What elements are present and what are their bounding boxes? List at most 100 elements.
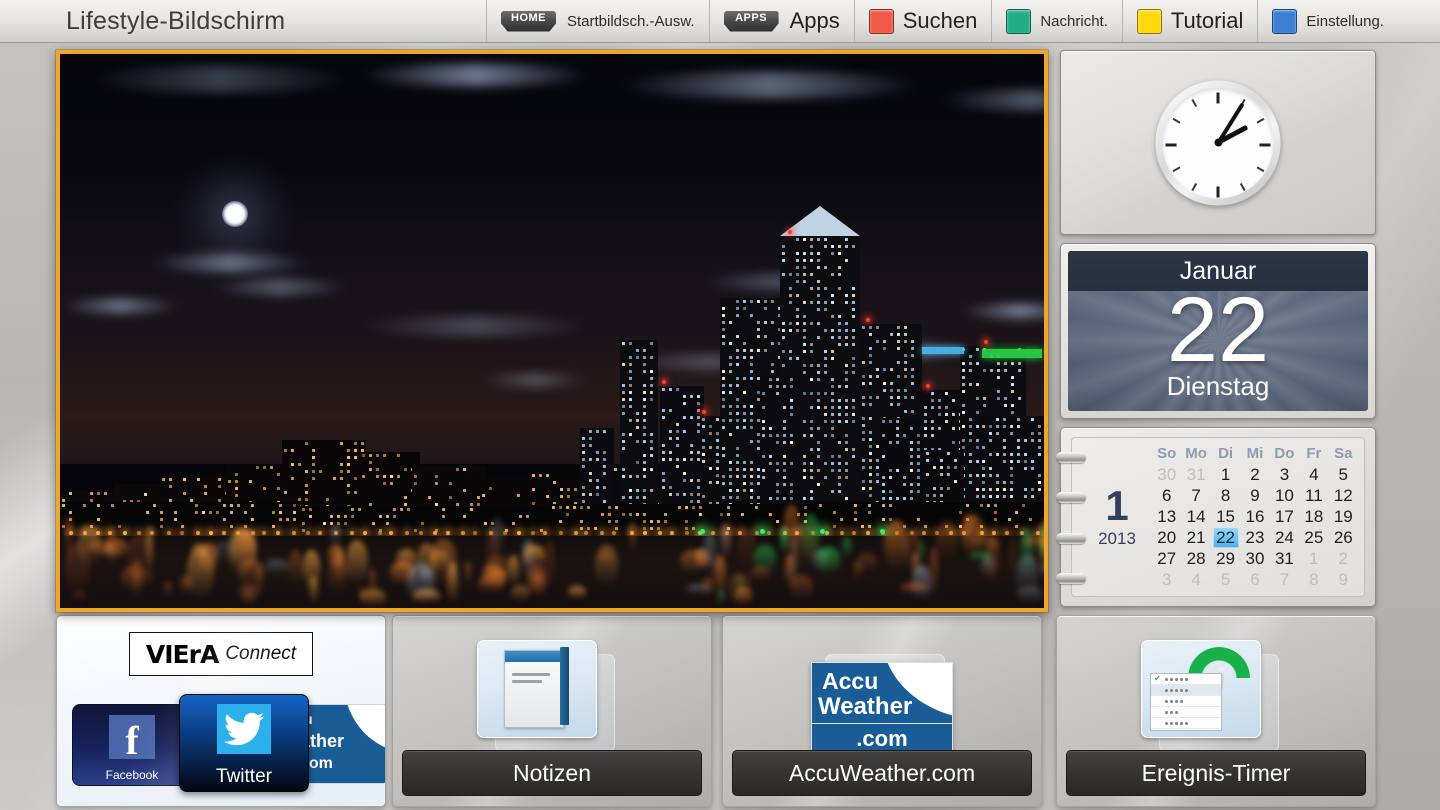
- calendar-day[interactable]: 6: [1162, 486, 1171, 506]
- calendar-grid[interactable]: So Mo Di Mi Do Fr Sa 30 31 1 2 3 4 5 6 7 8 9 10 11 12 13 14 15 1…: [1152, 438, 1364, 596]
- window-light: [678, 505, 681, 509]
- window-light: [736, 404, 739, 408]
- nav-item-messages[interactable]: Nachricht.: [991, 0, 1122, 42]
- app-icon-facebook[interactable]: f Facebook: [72, 704, 192, 786]
- nav-item-apps[interactable]: APPS Apps: [708, 0, 854, 42]
- calendar-day[interactable]: 15: [1216, 507, 1235, 527]
- calendar-day[interactable]: 21: [1187, 528, 1206, 548]
- calendar-day[interactable]: 25: [1304, 528, 1323, 548]
- calendar-day[interactable]: 5: [1221, 570, 1230, 590]
- calendar-day[interactable]: 19: [1334, 507, 1353, 527]
- photo-viewer[interactable]: [56, 50, 1048, 612]
- window-light: [882, 517, 885, 521]
- window-light: [862, 465, 865, 469]
- window-light: [622, 467, 625, 471]
- calendar-day[interactable]: 28: [1187, 549, 1206, 569]
- calendar-day[interactable]: 9: [1339, 570, 1348, 590]
- window-light: [771, 362, 774, 366]
- calendar-day[interactable]: 30: [1246, 549, 1265, 569]
- window-light: [293, 510, 296, 514]
- calendar-day[interactable]: 3: [1162, 570, 1171, 590]
- window-light: [1038, 424, 1041, 428]
- window-light: [676, 464, 679, 468]
- calendar-day[interactable]: 7: [1280, 570, 1289, 590]
- window-light: [709, 480, 712, 484]
- window-light: [662, 450, 665, 454]
- calendar-day[interactable]: 29: [1216, 549, 1235, 569]
- window-light: [643, 390, 646, 394]
- calendar-day[interactable]: 8: [1221, 486, 1230, 506]
- calendar-day-selected[interactable]: 22: [1212, 527, 1239, 548]
- calendar-day[interactable]: 6: [1250, 570, 1259, 590]
- notes-tile[interactable]: Notizen: [392, 615, 712, 807]
- calendar-day[interactable]: 31: [1275, 549, 1294, 569]
- nav-item-settings[interactable]: Einstellung.: [1257, 0, 1398, 42]
- nav-item-tutorial[interactable]: Tutorial: [1121, 0, 1258, 42]
- calendar-day[interactable]: 16: [1246, 507, 1265, 527]
- calendar-day[interactable]: 31: [1187, 465, 1206, 485]
- calendar-day[interactable]: 1: [1221, 465, 1230, 485]
- window-light: [782, 363, 785, 367]
- date-widget[interactable]: Januar 22 Dienstag: [1060, 243, 1376, 419]
- calendar-day[interactable]: 7: [1191, 486, 1200, 506]
- calendar-widget[interactable]: 1 2013 So Mo Di Mi Do Fr Sa 30 31 1 2 3 4 5 6 7 8 9 10 11 12…: [1056, 427, 1376, 607]
- viera-connect-tile[interactable]: VIErA Connect u ather com f Facebook Twi…: [56, 615, 386, 807]
- window-light: [750, 460, 753, 464]
- clock-tick: [1172, 165, 1180, 172]
- app-icon-twitter[interactable]: Twitter: [179, 694, 309, 792]
- calendar-day[interactable]: 2: [1339, 549, 1348, 569]
- nav-item-home-select[interactable]: HOME Startbildsch.-Ausw.: [486, 0, 709, 42]
- clock-widget[interactable]: [1060, 50, 1376, 235]
- window-light: [776, 440, 779, 444]
- window-light: [722, 390, 725, 394]
- calendar-day[interactable]: 4: [1191, 570, 1200, 590]
- calendar-day[interactable]: 13: [1157, 507, 1176, 527]
- calendar-day[interactable]: 20: [1157, 528, 1176, 548]
- calendar-day[interactable]: 10: [1275, 486, 1294, 506]
- app-icon-accuweather[interactable]: u ather com: [297, 704, 385, 784]
- calendar-day[interactable]: 8: [1309, 570, 1318, 590]
- window-light: [669, 485, 672, 489]
- window-light: [736, 488, 739, 492]
- window-light: [722, 474, 725, 478]
- calendar-day[interactable]: 2: [1250, 465, 1259, 485]
- nav-item-search[interactable]: Suchen: [853, 0, 992, 42]
- calendar-day[interactable]: 26: [1334, 528, 1353, 548]
- calendar-day[interactable]: 5: [1339, 465, 1348, 485]
- calendar-day[interactable]: 18: [1304, 507, 1323, 527]
- window-light: [852, 307, 855, 311]
- calendar-day[interactable]: 14: [1187, 507, 1206, 527]
- window-light: [291, 476, 294, 480]
- window-light: [782, 244, 785, 248]
- calendar-day[interactable]: 30: [1157, 465, 1176, 485]
- calendar-day[interactable]: 4: [1309, 465, 1318, 485]
- window-light: [435, 474, 438, 478]
- window-light: [890, 332, 893, 336]
- accuweather-tile[interactable]: Accu Weather .com AccuWeather.com: [722, 615, 1042, 807]
- window-light: [683, 401, 686, 405]
- window-light: [911, 353, 914, 357]
- calendar-day[interactable]: 24: [1275, 528, 1294, 548]
- window-light: [685, 505, 688, 509]
- calendar-day[interactable]: 23: [1246, 528, 1265, 548]
- window-light: [1010, 480, 1013, 484]
- window-light: [796, 293, 799, 297]
- calendar-day[interactable]: 27: [1157, 549, 1176, 569]
- calendar-day[interactable]: 1: [1309, 549, 1318, 569]
- water-reflection: [703, 576, 714, 588]
- calendar-day[interactable]: 9: [1250, 486, 1259, 506]
- calendar-day[interactable]: 12: [1334, 486, 1353, 506]
- window-light: [629, 397, 632, 401]
- calendar-day[interactable]: 11: [1305, 486, 1323, 506]
- window-light: [1017, 452, 1020, 456]
- window-light: [743, 418, 746, 422]
- calendar-day[interactable]: 17: [1275, 507, 1294, 527]
- event-timer-tile[interactable]: ✔ Ereignis-Timer: [1056, 615, 1376, 807]
- calendar-day[interactable]: 3: [1280, 465, 1289, 485]
- water-reflection: [1015, 555, 1039, 597]
- window-light: [852, 244, 855, 248]
- window-light: [924, 405, 927, 409]
- window-light: [622, 362, 625, 366]
- window-light: [994, 510, 997, 514]
- window-light: [838, 398, 841, 402]
